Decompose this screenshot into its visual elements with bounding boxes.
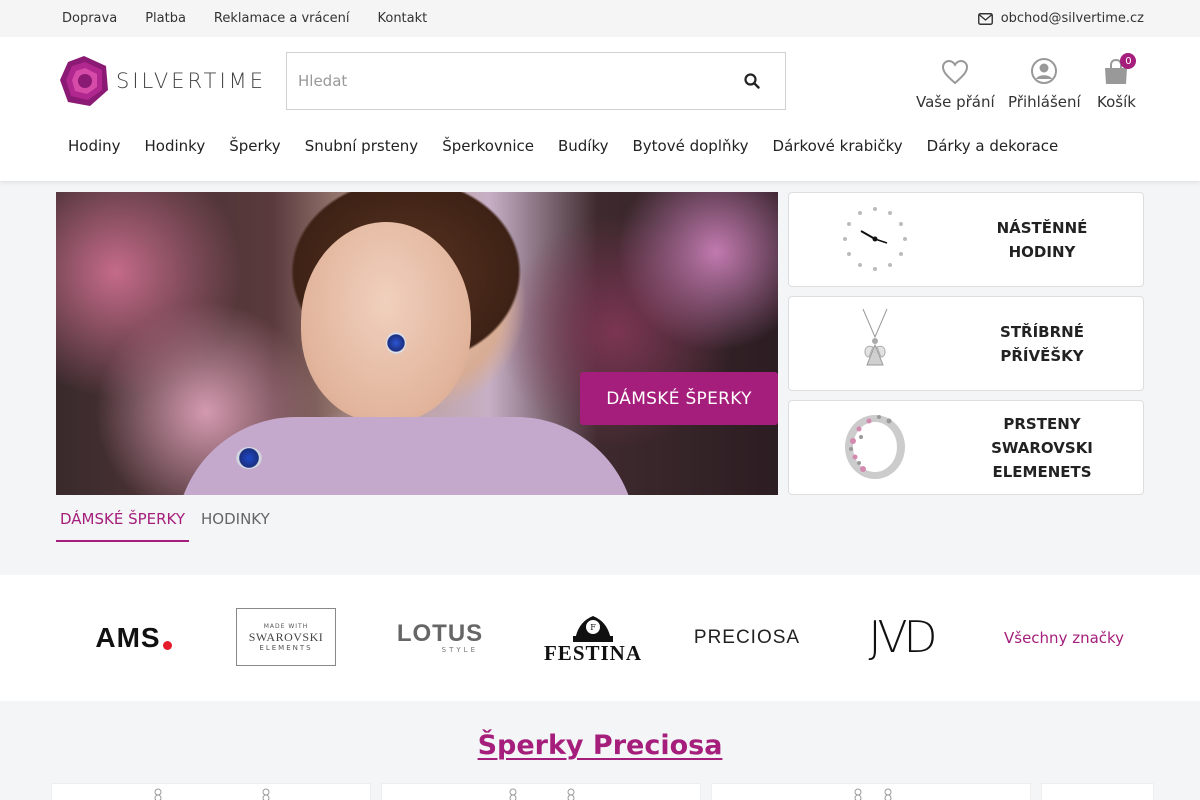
hero-tabs: DÁMSKÉ ŠPERKY HODINKY <box>56 500 282 542</box>
cart-count-badge: 0 <box>1120 53 1137 69</box>
logo[interactable]: SILVERTIME <box>58 54 266 108</box>
brand-swarovski-wrap: MADE WITH SWAROVSKI ELEMENTS <box>249 621 324 654</box>
nav-item-darky-a-dekorace[interactable]: Dárky a dekorace <box>915 137 1071 155</box>
nav-item-sperky[interactable]: Šperky <box>217 137 292 155</box>
tab-hodinky[interactable]: HODINKY <box>197 500 274 542</box>
cart-icon-wrap: 0 <box>1102 51 1137 85</box>
brand-festina-text: FESTINA <box>543 641 643 665</box>
section-title-link[interactable]: Šperky Preciosa <box>478 730 723 761</box>
brand-ams-text: AMS <box>95 622 161 653</box>
wishlist-label: Vaše přání <box>916 93 995 111</box>
site-header: SILVERTIME Vaše přání Přihlášení 0 Košík… <box>0 37 1200 181</box>
pendant-image <box>839 307 911 379</box>
category-card-silver-pendants[interactable]: STŘÍBRNÉ PŘÍVĚŠKY <box>788 296 1144 391</box>
nav-item-hodinky[interactable]: Hodinky <box>133 137 218 155</box>
brand-logo-ams[interactable]: AMS <box>86 605 181 671</box>
earring-product-icon <box>854 788 892 800</box>
search-button[interactable] <box>719 53 785 109</box>
brand-logo-jvd[interactable]: JVD <box>850 605 952 671</box>
wishlist-icon-wrap <box>941 51 969 85</box>
hero-image-face <box>301 222 471 422</box>
brand-preciosa-text: PRECIOSA <box>693 627 801 648</box>
login-link[interactable]: Přihlášení <box>1008 51 1081 111</box>
brand-lotus-sub: STYLE <box>441 646 478 654</box>
hero-image-earring <box>386 332 406 354</box>
hero-cta-button[interactable]: DÁMSKÉ ŠPERKY <box>580 372 778 425</box>
nav-item-darkove-krabicky[interactable]: Dárkové krabičky <box>761 137 915 155</box>
wishlist-link[interactable]: Vaše přání <box>916 51 995 111</box>
earring-product-icon <box>509 788 575 800</box>
search-icon <box>744 73 760 89</box>
brand-logo-swarovski[interactable]: MADE WITH SWAROVSKI ELEMENTS <box>236 608 336 666</box>
section-title: Šperky Preciosa <box>0 730 1200 761</box>
hero-image-ring <box>236 447 262 469</box>
wall-clock-icon <box>843 207 907 271</box>
search-input[interactable] <box>287 53 719 109</box>
category-title-line: ELEMENETS <box>992 462 1092 481</box>
login-label: Přihlášení <box>1008 93 1081 111</box>
brand-strip: AMS MADE WITH SWAROVSKI ELEMENTS LOTUS S… <box>0 575 1200 701</box>
brand-jvd-text: JVD <box>868 612 938 663</box>
user-icon <box>1031 58 1058 84</box>
nav-item-sperkovnice[interactable]: Šperkovnice <box>430 137 546 155</box>
main-navigation: Hodiny Hodinky Šperky Snubní prsteny Špe… <box>56 137 1070 155</box>
top-utility-bar: Doprava Platba Reklamace a vrácení Konta… <box>0 0 1200 37</box>
mail-icon <box>977 12 993 25</box>
brand-swarovski-bot: ELEMENTS <box>259 643 313 652</box>
top-links: Doprava Platba Reklamace a vrácení Konta… <box>62 0 427 37</box>
link-doprava[interactable]: Doprava <box>62 11 117 26</box>
login-icon-wrap <box>1030 51 1058 85</box>
heart-icon <box>942 59 969 85</box>
category-title-wall-clocks: NÁSTĚNNÉ HODINY <box>959 193 1125 286</box>
category-title-rings: PRSTENY SWAROVSKI ELEMENETS <box>959 401 1125 494</box>
search-bar <box>286 52 786 110</box>
contact-email[interactable]: obchod@silvertime.cz <box>977 0 1144 37</box>
angel-pendant-icon <box>862 308 888 366</box>
festina-crest-icon: F <box>573 616 613 642</box>
tab-damske-sperky[interactable]: DÁMSKÉ ŠPERKY <box>56 500 190 542</box>
category-cards: NÁSTĚNNÉ HODINY STŘÍBRNÉ PŘÍVĚŠKY PRSTEN… <box>788 192 1144 504</box>
category-title-line: PŘÍVĚŠKY <box>1000 346 1084 365</box>
brand-logo-festina[interactable]: F FESTINA <box>540 605 646 671</box>
brand-swarovski-mid: SWAROVSKI <box>248 629 324 644</box>
hero-banner[interactable]: DÁMSKÉ ŠPERKY <box>56 192 778 495</box>
link-kontakt[interactable]: Kontakt <box>377 11 427 26</box>
brand-logo-lotus[interactable]: LOTUS STYLE <box>396 605 484 671</box>
nav-item-snubni-prsteny[interactable]: Snubní prsteny <box>293 137 431 155</box>
cart-link[interactable]: 0 Košík <box>1097 51 1137 111</box>
category-title-pendants: STŘÍBRNÉ PŘÍVĚŠKY <box>959 297 1125 390</box>
category-title-line: SWAROVSKI <box>991 438 1093 457</box>
earring-product-icon <box>154 788 270 800</box>
all-brands-link[interactable]: Všechny značky <box>1004 575 1124 701</box>
category-title-line: HODINY <box>1008 242 1076 261</box>
category-card-swarovski-rings[interactable]: PRSTENY SWAROVSKI ELEMENETS <box>788 400 1144 495</box>
product-card[interactable] <box>711 783 1031 800</box>
brand-lotus-text: LOTUS <box>396 620 484 647</box>
brand-ams-dot <box>162 640 172 650</box>
product-card[interactable] <box>1041 783 1154 800</box>
cart-label: Košík <box>1097 93 1136 111</box>
crystal-ring-icon <box>845 415 905 479</box>
category-card-wall-clocks[interactable]: NÁSTĚNNÉ HODINY <box>788 192 1144 287</box>
category-title-line: NÁSTĚNNÉ <box>996 218 1088 237</box>
product-card[interactable] <box>51 783 371 800</box>
product-card[interactable] <box>381 783 701 800</box>
nav-item-budiky[interactable]: Budíky <box>546 137 621 155</box>
ring-image <box>839 411 911 483</box>
logo-text: SILVERTIME <box>116 69 267 93</box>
category-title-line: PRSTENY <box>1003 414 1081 433</box>
nav-item-bytove-doplnky[interactable]: Bytové doplňky <box>621 137 761 155</box>
logo-mark-icon <box>60 56 108 106</box>
link-reklamace[interactable]: Reklamace a vrácení <box>214 11 350 26</box>
category-title-line: STŘÍBRNÉ <box>1000 322 1084 341</box>
svg-text:F: F <box>590 623 596 632</box>
wall-clock-image <box>839 203 911 275</box>
brand-logo-preciosa[interactable]: PRECIOSA <box>692 605 802 671</box>
link-platba[interactable]: Platba <box>145 11 186 26</box>
nav-item-hodiny[interactable]: Hodiny <box>56 137 133 155</box>
email-text: obchod@silvertime.cz <box>1000 11 1144 26</box>
